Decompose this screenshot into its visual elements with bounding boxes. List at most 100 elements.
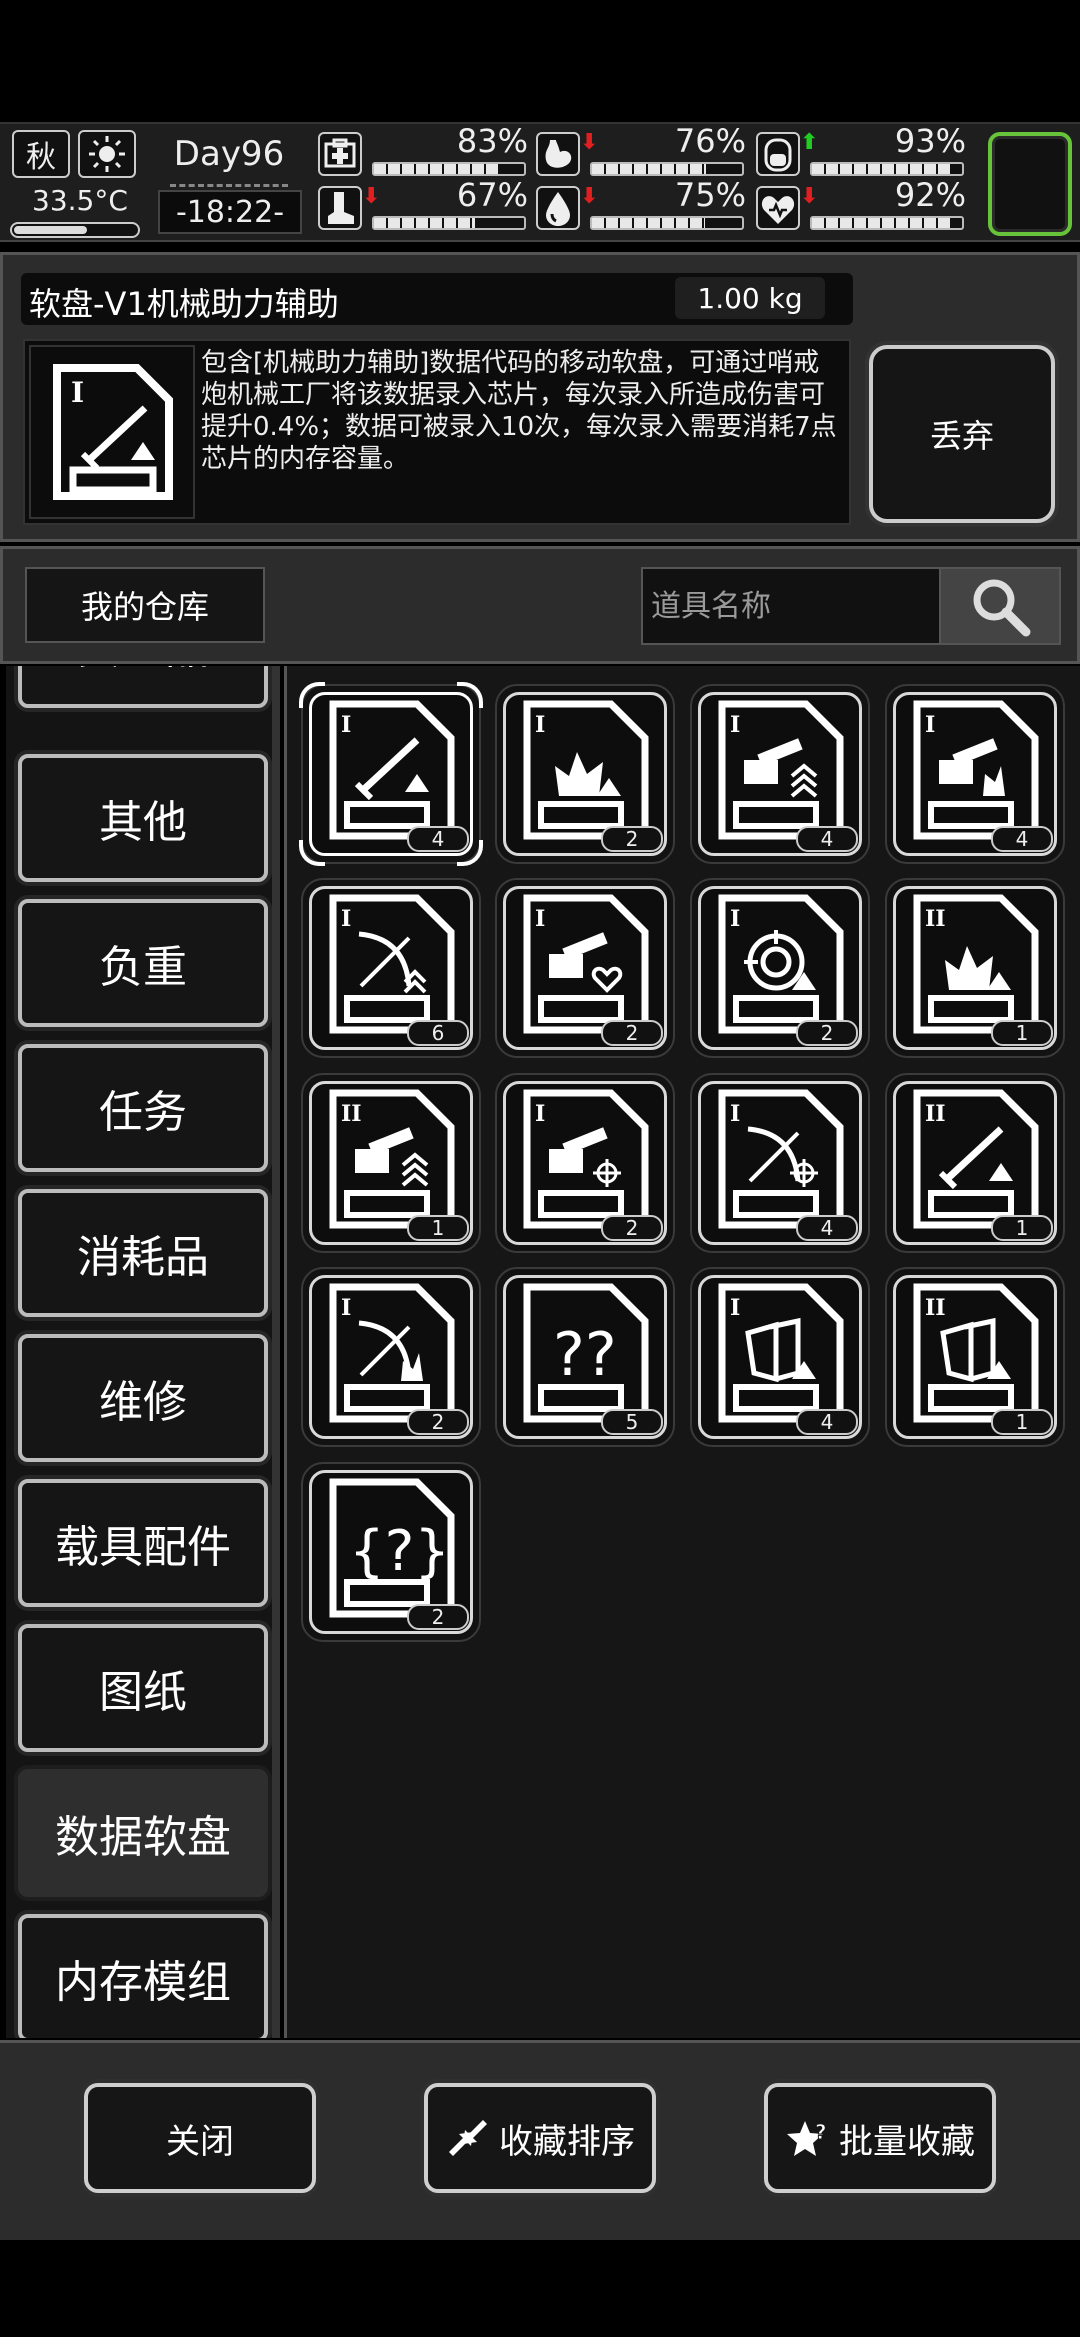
category-sidebar[interactable]: 负重品其他负重任务消耗品维修载具配件图纸数据软盘内存模组 <box>6 666 280 2038</box>
category-3[interactable]: 任务 <box>18 1044 268 1172</box>
stat-stomach: ⬇ 76% <box>536 122 746 178</box>
floppy-item[interactable]: I2 <box>495 684 675 864</box>
category-9[interactable]: 内存模组 <box>18 1914 268 2038</box>
svg-text:I: I <box>535 712 545 738</box>
floppy-item[interactable]: I6 <box>301 878 481 1058</box>
turret-burst-floppy-icon: I <box>913 700 1039 840</box>
svg-text:I: I <box>535 1101 545 1127</box>
batch-favorite-label: 批量收藏 <box>839 2121 975 2162</box>
stat-value: 75% <box>674 176 746 214</box>
item-count: 2 <box>601 1020 663 1046</box>
sort-favorites-button[interactable]: 收藏排序 <box>424 2083 656 2193</box>
time-readout: -18:22- <box>158 190 302 234</box>
sidebar-scrollbar[interactable] <box>272 666 280 2038</box>
svg-text:I: I <box>925 712 935 738</box>
floppy-item[interactable]: II 1 <box>885 878 1065 1058</box>
time-divider <box>170 184 288 188</box>
selection-corner <box>457 682 483 708</box>
floppy-item[interactable]: I2 <box>690 878 870 1058</box>
day-label: Day96 <box>173 134 285 174</box>
season-label: 秋 <box>26 140 56 175</box>
category-0[interactable]: 负重品 <box>18 666 268 708</box>
item-count: 2 <box>407 1604 469 1630</box>
question-floppy-icon: ?? <box>523 1283 649 1423</box>
question-bracket-floppy-icon: {?} <box>329 1478 455 1618</box>
category-6[interactable]: 载具配件 <box>18 1479 268 1607</box>
selection-corner <box>457 840 483 866</box>
floppy-item[interactable]: I4 <box>690 1073 870 1253</box>
stat-water: ⬇ 75% <box>536 176 746 232</box>
search-button[interactable] <box>939 567 1061 645</box>
item-count: 2 <box>601 826 663 852</box>
svg-text:?: ? <box>815 2120 827 2144</box>
item-count: 1 <box>407 1215 469 1241</box>
floppy-item[interactable]: II 1 <box>885 1267 1065 1447</box>
floppy-item[interactable]: II 1 <box>885 1073 1065 1253</box>
stat-mobility: ⬇ 67% <box>318 176 528 232</box>
warehouse-title: 我的仓库 <box>25 567 265 643</box>
floppy-item[interactable]: I2 <box>495 1073 675 1253</box>
trend-down-icon: ⬇ <box>580 130 599 155</box>
svg-text:I: I <box>730 906 740 932</box>
floppy-item[interactable]: {?} 2 <box>301 1462 481 1642</box>
stomach-icon <box>536 132 580 176</box>
svg-text:I: I <box>71 376 84 409</box>
floppy-item[interactable]: I2 <box>301 1267 481 1447</box>
search-input[interactable] <box>641 567 941 645</box>
trend-down-icon: ⬇ <box>580 184 599 209</box>
category-7[interactable]: 图纸 <box>18 1624 268 1752</box>
stat-value: 93% <box>894 122 966 160</box>
discard-button[interactable]: 丢弃 <box>869 345 1055 523</box>
stat-bar-fill <box>812 218 950 228</box>
svg-text:I: I <box>341 1295 351 1321</box>
floppy-item[interactable]: I4 <box>690 684 870 864</box>
trend-up-icon: ⬆ <box>800 130 819 155</box>
turret-heart-floppy-icon: I <box>523 894 649 1034</box>
category-4[interactable]: 消耗品 <box>18 1189 268 1317</box>
water-icon <box>536 186 580 230</box>
stat-stamina: ⬆ 93% <box>756 122 966 178</box>
floppy-item[interactable]: II 1 <box>301 1073 481 1253</box>
item-count: 4 <box>796 1215 858 1241</box>
equipment-slot[interactable] <box>988 132 1072 236</box>
close-label: 关闭 <box>166 2121 234 2162</box>
item-title-bar: 软盘-V1机械助力辅助 1.00 kg <box>21 273 853 325</box>
stat-value: 92% <box>894 176 966 214</box>
thermometer-bar <box>10 222 140 238</box>
floppy-item[interactable]: I4 <box>299 682 483 866</box>
category-2[interactable]: 负重 <box>18 899 268 1027</box>
turret-chevron-floppy-icon: II <box>329 1089 455 1229</box>
close-button[interactable]: 关闭 <box>84 2083 316 2193</box>
category-5[interactable]: 维修 <box>18 1334 268 1462</box>
target-floppy-icon: I <box>718 894 844 1034</box>
stamina-icon <box>756 132 800 176</box>
floppy-item[interactable]: I2 <box>495 878 675 1058</box>
mood-icon <box>756 186 800 230</box>
stat-bar <box>590 162 744 176</box>
turret-crosshair-floppy-icon: I <box>523 1089 649 1229</box>
sword-floppy-icon: II <box>913 1089 1039 1229</box>
stat-bar <box>810 162 964 176</box>
item-count: 1 <box>991 1215 1053 1241</box>
item-description-box: I 包含[机械助力辅助]数据代码的移动软盘，可通过哨戒炮机械工厂将该数据录入芯片… <box>23 339 851 525</box>
stat-value: 76% <box>674 122 746 160</box>
season-indicator: 秋 <box>12 130 70 178</box>
floppy-item[interactable]: I4 <box>690 1267 870 1447</box>
item-count: 1 <box>991 1020 1053 1046</box>
batch-favorite-button[interactable]: ? 批量收藏 <box>764 2083 996 2193</box>
item-count: 1 <box>991 1409 1053 1435</box>
category-1[interactable]: 其他 <box>18 754 268 882</box>
floppy-item[interactable]: I4 <box>885 684 1065 864</box>
health-icon <box>318 132 362 176</box>
stat-bar <box>810 216 964 230</box>
selection-corner <box>299 840 325 866</box>
stat-bar <box>372 216 526 230</box>
svg-text:I: I <box>535 906 545 932</box>
svg-text:I: I <box>730 1101 740 1127</box>
category-8[interactable]: 数据软盘 <box>18 1769 268 1897</box>
stat-bar <box>372 162 526 176</box>
floppy-item[interactable]: ?? 5 <box>495 1267 675 1447</box>
temperature-readout: 33.5°C <box>32 184 128 217</box>
stat-value: 67% <box>456 176 528 214</box>
mobility-icon <box>318 186 362 230</box>
